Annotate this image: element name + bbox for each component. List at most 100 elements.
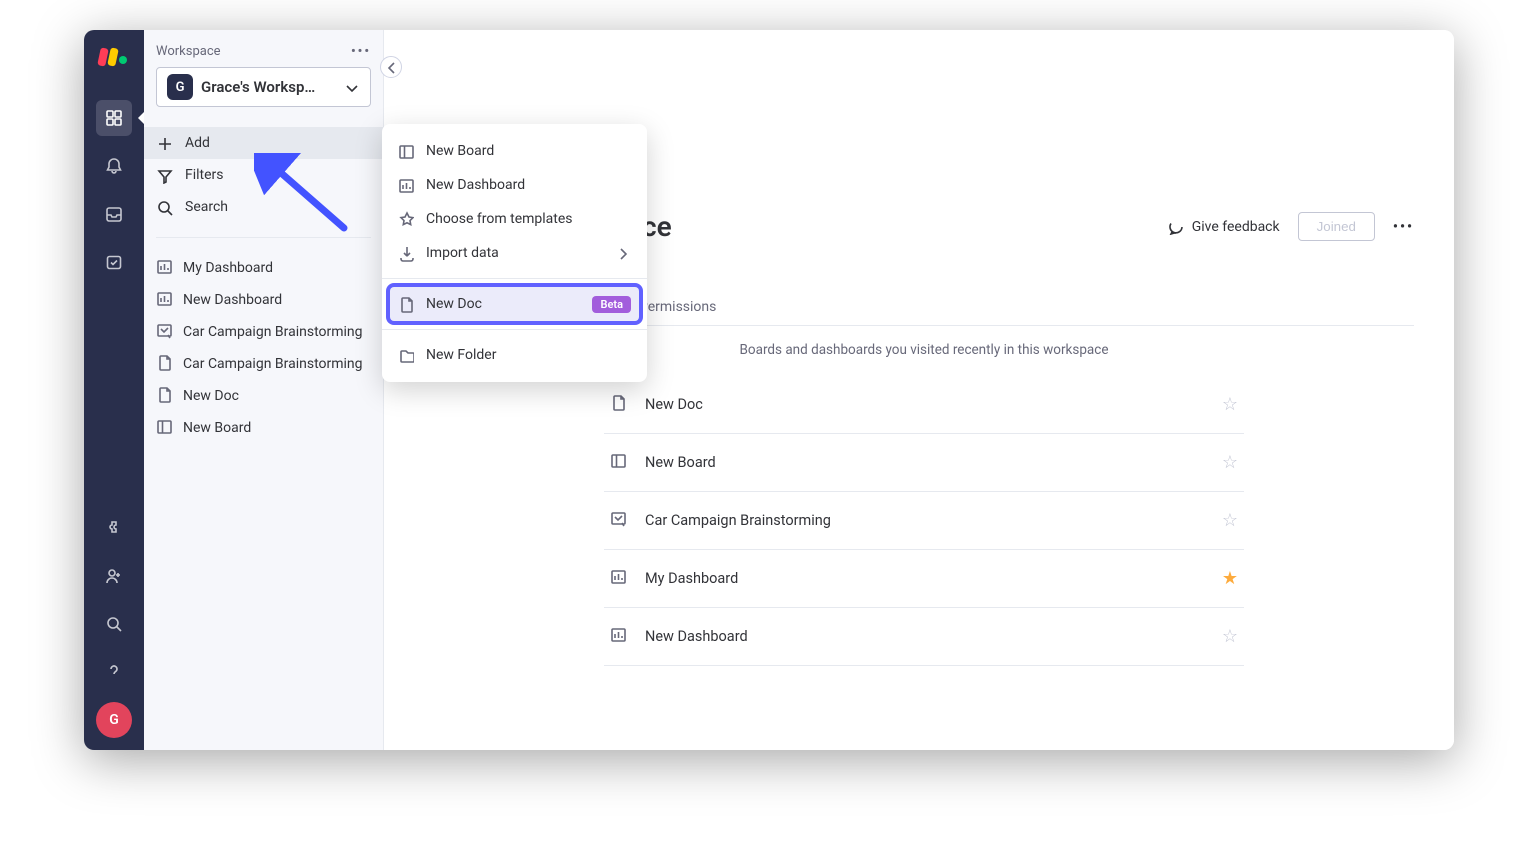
beta-badge: Beta [592,296,631,313]
sidebar-item-label: Car Campaign Brainstorming [183,324,363,340]
bell-icon [105,157,123,175]
star-icon[interactable]: ☆ [1222,394,1238,415]
doc-icon [156,386,173,403]
rail-help[interactable] [96,654,132,690]
give-feedback-label: Give feedback [1192,219,1280,235]
recent-item-label: New Doc [645,396,1204,413]
search-icon [156,199,173,216]
rail-workspaces[interactable] [96,100,132,136]
tab-permissions[interactable]: Permissions [639,299,716,325]
menu-new-board-label: New Board [426,143,494,159]
left-rail: G [84,30,144,750]
whiteboard-icon [156,322,173,339]
joined-button[interactable]: Joined [1298,212,1375,241]
sidebar-add-label: Add [185,135,210,151]
board-icon [610,452,627,469]
main-more-button[interactable]: ••• [1393,219,1414,235]
menu-templates[interactable]: Choose from templates [382,202,647,236]
doc-icon [610,394,627,411]
import-icon [398,245,414,262]
recent-item-label: New Board [645,454,1204,471]
plus-icon [156,135,173,152]
menu-new-doc[interactable]: New Doc Beta [390,287,639,321]
sidebar-title: Workspace [156,44,221,59]
recent-row[interactable]: New Dashboard ☆ [604,608,1244,666]
sidebar-item-label: New Dashboard [183,292,282,308]
doc-icon [398,296,414,313]
recent-row[interactable]: My Dashboard ★ [604,550,1244,608]
star-icon[interactable]: ☆ [1222,510,1238,531]
menu-separator [382,278,647,279]
star-icon[interactable]: ☆ [1222,626,1238,647]
chat-icon [1167,218,1184,235]
recent-list: New Doc☆New Board☆Car Campaign Brainstor… [604,376,1244,666]
menu-new-dashboard[interactable]: New Dashboard [382,168,647,202]
rail-invite[interactable] [96,558,132,594]
give-feedback-button[interactable]: Give feedback [1167,218,1280,235]
menu-new-doc-label: New Doc [426,296,482,312]
recent-item-label: Car Campaign Brainstorming [645,512,1204,529]
recent-row[interactable]: New Doc ☆ [604,376,1244,434]
sidebar-search-button[interactable]: Search [144,191,383,223]
sidebar-item-label: My Dashboard [183,260,273,276]
sidebar-item[interactable]: New Dashboard [144,284,383,316]
user-avatar[interactable]: G [96,702,132,738]
sidebar-item-label: New Doc [183,388,239,404]
question-icon [105,663,123,681]
rail-search[interactable] [96,606,132,642]
sidebar-filters-button[interactable]: Filters [144,159,383,191]
puzzle-icon [105,519,123,537]
workspace-selector[interactable]: G Grace's Worksp… [156,67,371,107]
rail-inbox[interactable] [96,196,132,232]
doc-icon [156,354,173,371]
sidebar-divider [156,237,371,238]
recent-item-label: My Dashboard [645,570,1204,587]
calendar-check-icon [105,253,123,271]
chevron-left-icon [383,59,400,76]
sidebar-item-label: New Board [183,420,251,436]
workspace-name: Grace's Worksp… [201,78,335,96]
menu-import-data[interactable]: Import data [382,236,647,270]
recent-row[interactable]: Car Campaign Brainstorming ☆ [604,492,1244,550]
dashboard-icon [610,626,627,643]
add-menu-popup: New Board New Dashboard Choose from temp… [382,124,647,382]
recent-row[interactable]: New Board ☆ [604,434,1244,492]
dashboard-icon [156,258,173,275]
dashboard-icon [610,568,627,585]
rail-apps[interactable] [96,510,132,546]
app-frame: G Workspace ••• G Grace's Worksp… Add Fi… [84,30,1454,750]
sidebar-item[interactable]: New Board [144,412,383,444]
whiteboard-icon [610,510,627,527]
menu-separator [382,329,647,330]
star-icon[interactable]: ★ [1222,568,1238,589]
sidebar-search-label: Search [185,199,228,215]
recent-item-label: New Dashboard [645,628,1204,645]
menu-new-folder-label: New Folder [426,347,496,363]
rail-notifications[interactable] [96,148,132,184]
sidebar-add-button[interactable]: Add [144,127,383,159]
inbox-icon [105,205,123,223]
menu-new-dashboard-label: New Dashboard [426,177,525,193]
person-plus-icon [105,567,123,585]
sidebar-more-button[interactable]: ••• [351,44,371,59]
rail-mywork[interactable] [96,244,132,280]
dashboard-icon [398,177,414,194]
chevron-right-icon [615,245,631,262]
logo-icon [99,46,129,66]
menu-import-label: Import data [426,245,499,261]
sidebar-item[interactable]: Car Campaign Brainstorming [144,316,383,348]
menu-new-board[interactable]: New Board [382,134,647,168]
board-icon [156,418,173,435]
board-icon [398,143,414,160]
sidebar-item[interactable]: New Doc [144,380,383,412]
star-icon[interactable]: ☆ [1222,452,1238,473]
chevron-down-icon [343,79,360,96]
collapse-sidebar-button[interactable] [380,56,402,78]
sidebar-item[interactable]: My Dashboard [144,252,383,284]
sidebar-item[interactable]: Car Campaign Brainstorming [144,348,383,380]
menu-templates-label: Choose from templates [426,211,573,227]
sidebar-filters-label: Filters [185,167,224,183]
menu-new-folder[interactable]: New Folder [382,338,647,372]
filter-icon [156,167,173,184]
grid-icon [105,109,123,127]
